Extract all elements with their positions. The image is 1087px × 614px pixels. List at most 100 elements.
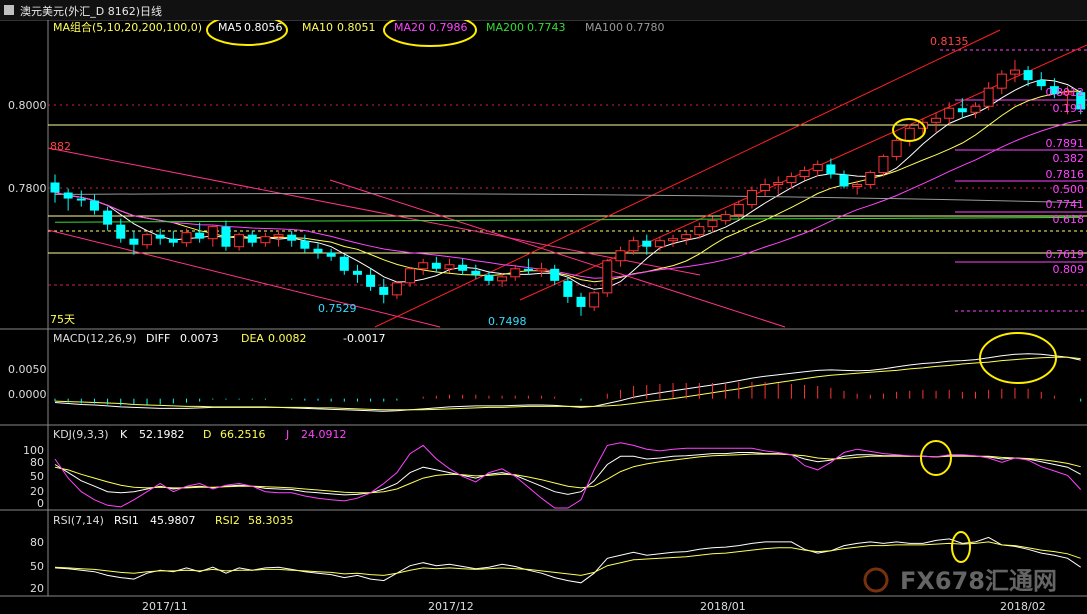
candle-body-down [1036,80,1046,87]
macd-dea-label: DEA [241,332,264,345]
high-left-annotation: 882 [50,140,71,153]
y-tick-label: 50 [30,470,44,483]
macd-hist-value: -0.0017 [343,332,385,345]
watermark-text: FX678汇通网 [900,567,1057,595]
highlight-kdj [920,440,952,476]
y-tick-label: 0.8000 [8,99,47,112]
fib-label: 0.7619 [1046,248,1085,261]
window-title: 澳元美元(外汇_D 8162)日线 [20,5,163,18]
ma10-value: 0.8051 [337,21,376,34]
panel-frames [0,20,1087,597]
candle-body-down [839,174,849,187]
y-tick-label: 0.0050 [8,363,47,376]
kdj-k-label: K [120,428,128,441]
candle-body-down [431,262,441,269]
candle-body-down [76,198,86,201]
fib-label: 0.7816 [1046,168,1085,181]
fib-label: 0.809 [1053,263,1085,276]
x-tick-label: 2018/01 [700,600,746,613]
candle-body-down [155,234,165,239]
candle-body-up [497,276,508,282]
fib-label: 0.382 [1053,152,1085,165]
kdj-j-label: J [285,428,289,441]
macd-diff-line [54,353,1081,412]
candle-body-up [405,268,416,284]
candle-body-down [458,264,468,271]
ma200-label: MA200 [486,21,524,34]
y-tick-label: 0.0000 [8,388,47,401]
candle-body-up [891,139,902,157]
y-tick-label: 50 [30,560,44,573]
candle-body-up [589,292,600,308]
y-tick-label: 80 [30,536,44,549]
candle-body-down [366,274,376,287]
candle-body-up [707,220,718,228]
low2-annotation: 0.7498 [488,315,527,328]
ma200-line [54,216,1081,223]
watermark-logo-icon [863,567,889,593]
macd-diff-value: 0.0073 [180,332,219,345]
y-tick-label: 20 [30,582,44,595]
candle-body-up [799,169,810,177]
candle-body-up [668,238,679,242]
ma100-label: MA100 [585,21,623,34]
candle-body-down [576,296,586,307]
candle-body-down [379,286,389,295]
fib-label: 0.191 [1053,102,1085,115]
y-tick-label: 80 [30,456,44,469]
candle-body-down [1023,70,1033,81]
candle-body-up [996,73,1007,89]
candle-body-up [694,226,705,236]
x-tick-label: 2017/11 [142,600,188,613]
macd-dea-value: 0.0082 [268,332,307,345]
days-annotation: 75天 [50,313,75,326]
window-titlebar: 澳元美元(外汇_D 8162)日线 [0,0,1087,21]
candle-body-down [129,238,139,245]
candle-body-up [983,87,994,107]
ma100-value: 0.7780 [626,21,665,34]
candle-body-down [221,226,231,247]
rsi1-label: RSI1 [114,514,139,527]
ma20-label: MA20 [394,21,425,34]
candle-body-up [852,184,863,188]
app-icon [4,5,14,15]
chart-canvas: MA组合(5,10,20,200,100,0) MA5 0.8056 MA10 … [0,20,1087,613]
moving-average-lines [54,79,1081,290]
high-annotation: 0.8135 [930,35,969,48]
ma100-line [54,193,1081,204]
candle-body-down [50,182,60,193]
candle-body-down [168,238,178,243]
candle-body-up [260,236,271,244]
candle-body-up [812,163,823,171]
fib-label: 0.618 [1053,213,1085,226]
candle-body-up [944,107,955,119]
macd-diff-label: DIFF [146,332,170,345]
candle-body-up [142,234,153,246]
candle-body-down [471,270,481,275]
candle-body-up [970,105,981,113]
candle-body-down [550,268,560,281]
kdj-j-value: 24.0912 [301,428,347,441]
watermark: FX678汇通网 [863,567,1057,595]
candle-body-down [484,274,494,281]
candle-body-down [826,164,836,175]
macd-indicator-name: MACD(12,26,9) [53,332,137,345]
kdj-j-line [54,442,1082,509]
kdj-indicator-name: KDJ(9,3,3) [53,428,109,441]
candle-body-up [681,234,692,240]
rsi2-label: RSI2 [215,514,240,527]
candle-body-up [878,155,889,173]
candle-body-down [247,234,257,243]
rsi-indicator-name: RSI(7,14) [53,514,104,527]
candle-body-down [116,224,126,239]
candle-body-down [339,256,349,271]
fib-label: 0.7741 [1046,198,1085,211]
candle-body-up [720,214,731,222]
candle-body-up [536,268,547,272]
candle-body-up [628,240,639,252]
highlight-ellipses [206,20,1057,563]
candle-body-up [273,234,284,238]
candle-body-down [642,240,652,247]
x-tick-label: 2017/12 [428,600,474,613]
candle-body-up [615,250,626,262]
